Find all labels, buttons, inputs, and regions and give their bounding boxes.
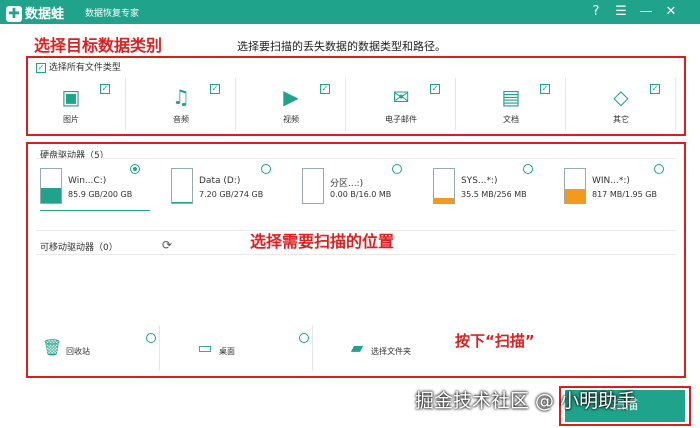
location-label: 回收站 bbox=[66, 347, 90, 356]
desktop-icon: ▭ bbox=[197, 338, 213, 357]
drive-icon bbox=[171, 168, 193, 204]
file-type-label: 其它 bbox=[613, 115, 629, 124]
close-icon[interactable]: ✕ bbox=[661, 2, 681, 22]
recycle-bin-icon: 🗑 bbox=[42, 338, 63, 357]
file-type-checkbox[interactable]: ✓ bbox=[650, 84, 660, 94]
drive-size: 817 MB/1.95 GB bbox=[592, 190, 657, 199]
drive-icon bbox=[40, 168, 62, 204]
instruction-text: 选择要扫描的丢失数据的数据类型和路径。 bbox=[237, 40, 446, 53]
drive-radio[interactable] bbox=[654, 164, 664, 174]
other-icon: ◇ bbox=[613, 85, 629, 109]
file-type-checkbox[interactable]: ✓ bbox=[320, 84, 330, 94]
drive-radio[interactable] bbox=[523, 164, 533, 174]
annotation-select-location: 选择需要扫描的位置 bbox=[250, 232, 395, 251]
select-all-checkbox[interactable]: ✓ bbox=[36, 62, 46, 73]
location-recycle-bin[interactable]: 🗑 回收站 bbox=[30, 325, 160, 371]
file-type-image[interactable]: ▣ ✓ 图片 bbox=[30, 78, 126, 130]
location-radio[interactable] bbox=[299, 333, 309, 343]
removable-drives-label: 可移动驱动器（0） bbox=[40, 243, 118, 253]
file-type-label: 图片 bbox=[63, 115, 79, 124]
file-type-video[interactable]: ▶ ✓ 视频 bbox=[250, 78, 346, 130]
file-type-checkbox[interactable]: ✓ bbox=[100, 84, 110, 94]
file-type-other[interactable]: ◇ ✓ 其它 bbox=[580, 78, 676, 130]
drive-size: 85.9 GB/200 GB bbox=[68, 190, 133, 199]
file-type-label: 视频 bbox=[283, 115, 299, 124]
drive-name: SYS...*:) bbox=[461, 176, 498, 186]
hard-drives-label: 硬盘驱动器（5） bbox=[40, 151, 109, 161]
image-icon: ▣ bbox=[61, 85, 81, 109]
drive-size: 0.00 B/16.0 MB bbox=[330, 190, 392, 199]
video-icon: ▶ bbox=[283, 85, 299, 109]
help-icon[interactable]: ? bbox=[586, 2, 606, 22]
app-subtitle: 数据恢复专家 bbox=[85, 9, 140, 19]
file-type-document[interactable]: ▤ ✓ 文档 bbox=[470, 78, 566, 130]
file-type-label: 文档 bbox=[503, 115, 519, 124]
drive-name: Data (D:) bbox=[199, 176, 241, 186]
drive-size: 7.20 GB/274 GB bbox=[199, 190, 264, 199]
file-type-mail[interactable]: ✉ ✓ 电子邮件 bbox=[360, 78, 456, 130]
section-divider bbox=[36, 254, 676, 255]
drive-item[interactable]: Data (D:) 7.20 GB/274 GB bbox=[161, 164, 281, 208]
watermark: 掘金技术社区 @ 小明助手 bbox=[415, 390, 637, 412]
drive-name: Win...C:) bbox=[68, 176, 107, 186]
drive-item[interactable]: SYS...*:) 35.5 MB/256 MB bbox=[423, 164, 543, 208]
title-bar: ✚ 数据蛙 数据恢复专家 ? ☰ — ✕ bbox=[0, 0, 700, 24]
selected-underline bbox=[40, 210, 150, 211]
app-logo-icon: ✚ bbox=[6, 6, 22, 22]
music-icon: ♫ bbox=[172, 85, 190, 109]
drive-icon bbox=[433, 168, 455, 204]
location-label: 选择文件夹 bbox=[371, 347, 411, 356]
app-name: 数据蛙 bbox=[25, 7, 65, 22]
drive-icon bbox=[302, 168, 324, 204]
file-type-checkbox[interactable]: ✓ bbox=[430, 84, 440, 94]
location-radio[interactable] bbox=[146, 333, 156, 343]
location-desktop[interactable]: ▭ 桌面 bbox=[183, 325, 313, 371]
location-folder[interactable]: ▰ 选择文件夹 bbox=[335, 325, 465, 371]
file-type-checkbox[interactable]: ✓ bbox=[540, 84, 550, 94]
document-icon: ▤ bbox=[501, 85, 521, 109]
drive-size: 35.5 MB/256 MB bbox=[461, 190, 527, 199]
file-type-checkbox[interactable]: ✓ bbox=[210, 84, 220, 94]
folder-icon: ▰ bbox=[350, 338, 364, 357]
refresh-icon[interactable]: ⟳ bbox=[162, 238, 172, 252]
location-label: 桌面 bbox=[219, 347, 235, 356]
drive-item[interactable]: Win...C:) 85.9 GB/200 GB bbox=[30, 164, 150, 211]
mail-icon: ✉ bbox=[392, 85, 410, 109]
drive-radio[interactable] bbox=[392, 164, 402, 174]
drive-item[interactable]: 分区...:) 0.00 B/16.0 MB bbox=[292, 164, 412, 208]
drive-item[interactable]: WIN...*:) 817 MB/1.95 GB bbox=[554, 164, 674, 208]
select-all-types[interactable]: ✓ 选择所有文件类型 bbox=[36, 60, 121, 73]
file-type-label: 音频 bbox=[173, 115, 189, 124]
app-logo: ✚ 数据蛙 bbox=[6, 3, 64, 22]
section-divider bbox=[36, 158, 676, 159]
drive-icon bbox=[564, 168, 586, 204]
file-type-label: 电子邮件 bbox=[385, 115, 417, 124]
drive-radio[interactable] bbox=[261, 164, 271, 174]
minimize-icon[interactable]: — bbox=[636, 2, 656, 22]
drive-radio[interactable] bbox=[130, 164, 140, 174]
menu-icon[interactable]: ☰ bbox=[611, 2, 631, 22]
annotation-press-scan: 按下“扫描” bbox=[455, 332, 535, 350]
file-type-music[interactable]: ♫ ✓ 音频 bbox=[140, 78, 236, 130]
drive-name: WIN...*:) bbox=[592, 176, 630, 186]
select-all-label: 选择所有文件类型 bbox=[48, 63, 121, 73]
drive-name: 分区...:) bbox=[330, 179, 364, 189]
annotation-select-type: 选择目标数据类别 bbox=[34, 36, 163, 55]
